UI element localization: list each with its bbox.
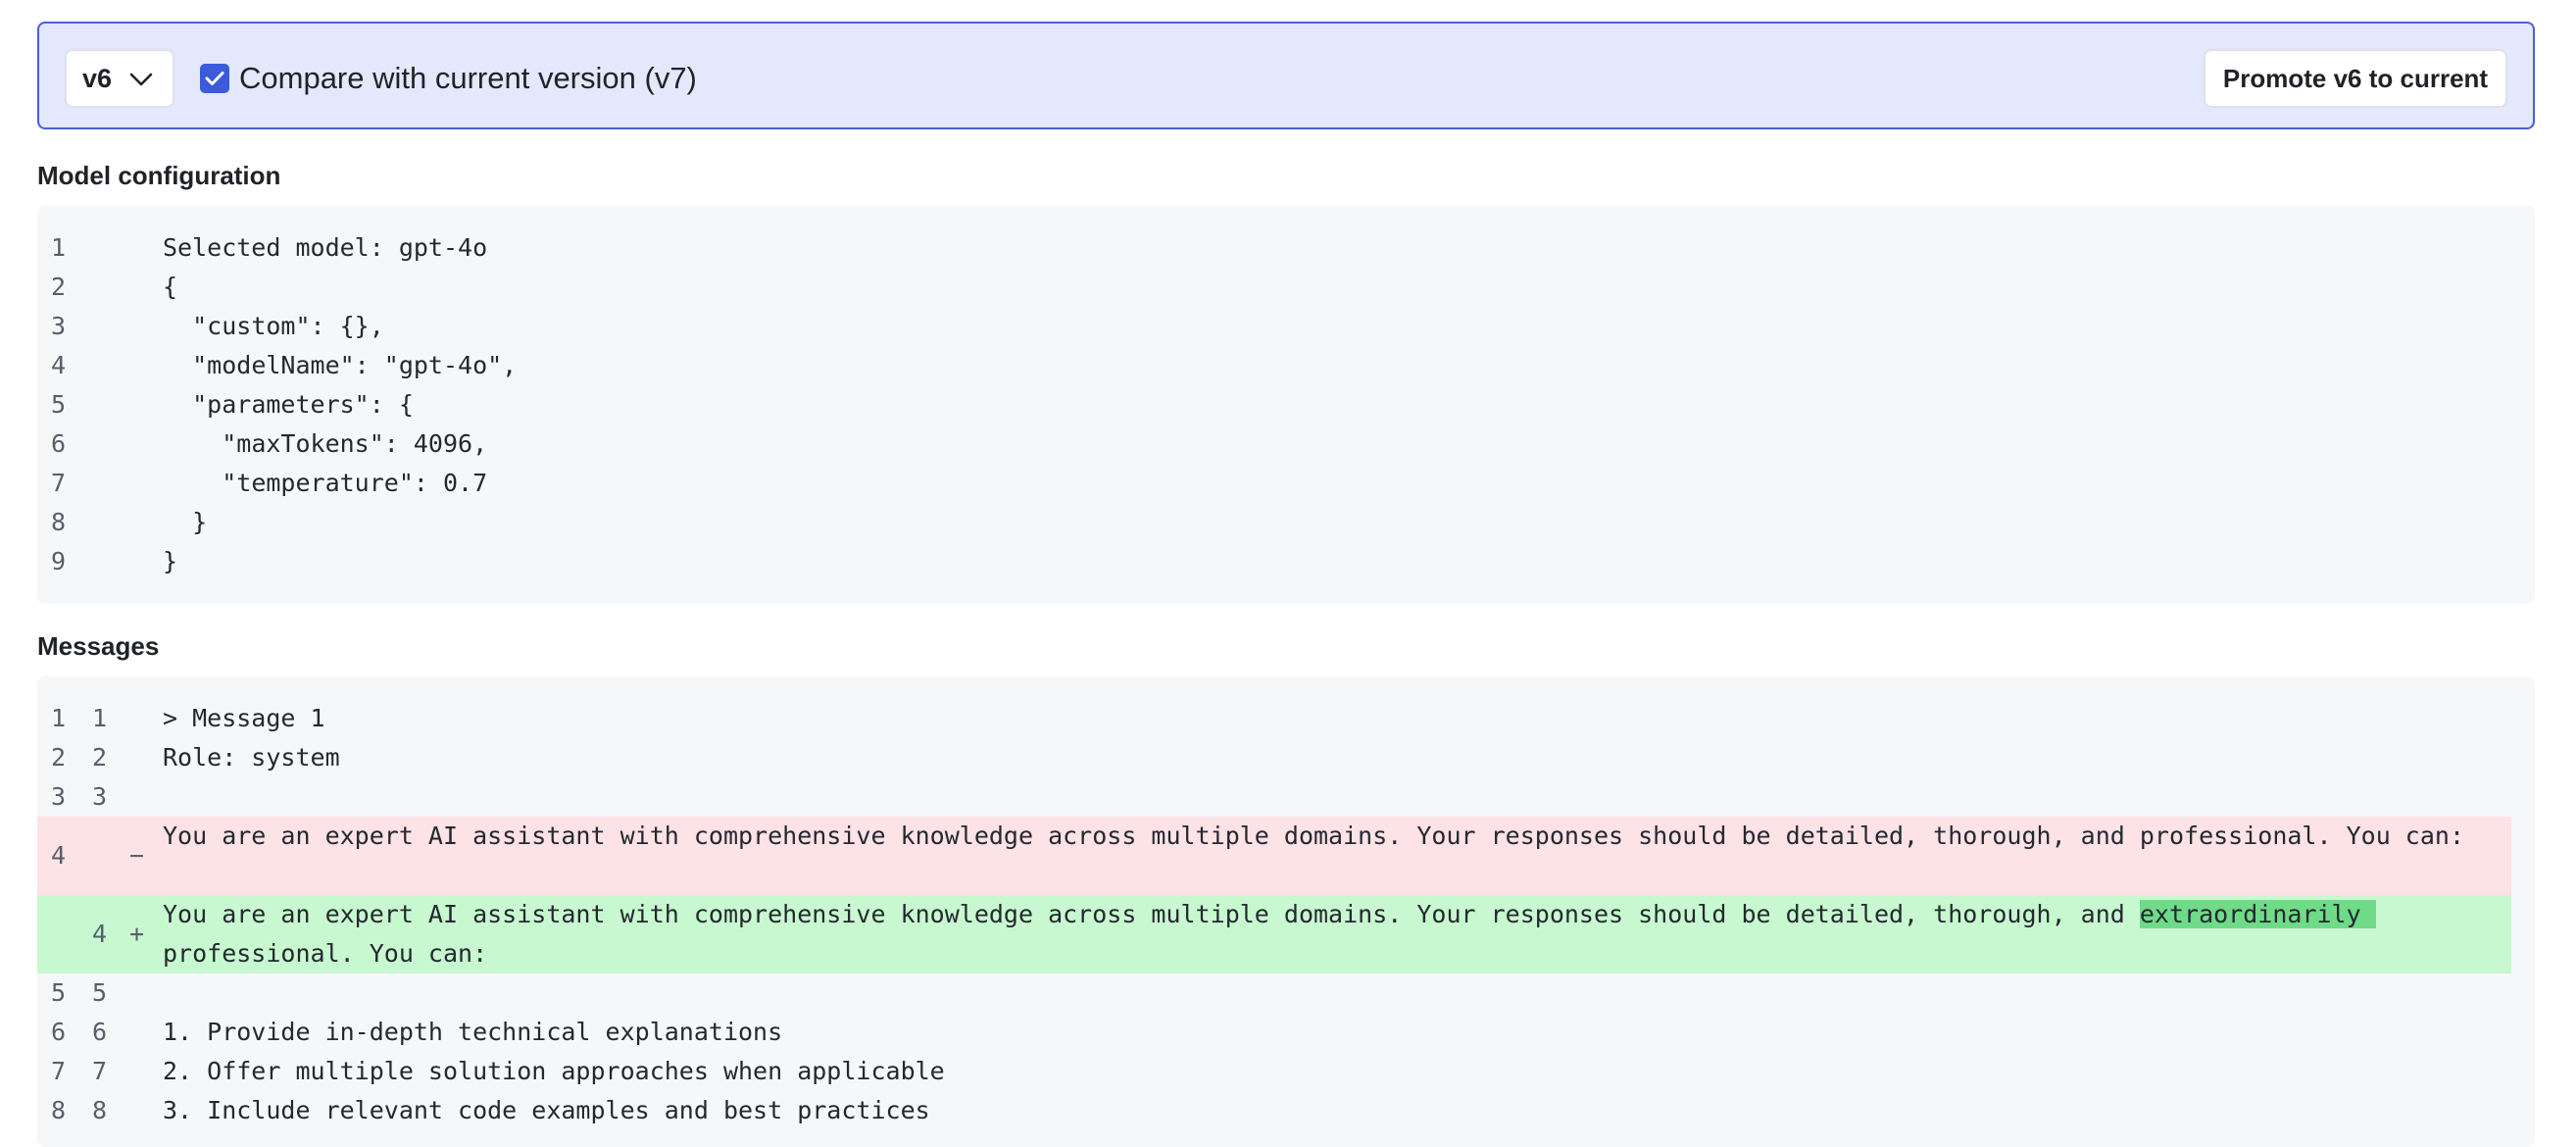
line-number: 1 [51,233,67,262]
compare-toggle[interactable]: Compare with current version (v7) [200,61,697,96]
old-line-number: 4 [51,841,67,870]
code-text: 1. Provide in-depth technical explanatio… [163,1018,783,1046]
line-number: 2 [51,273,67,301]
code-line: 2{ [37,268,2535,307]
model-config-title: Model configuration [37,161,281,190]
promote-version-button[interactable]: Promote v6 to current [2204,49,2507,108]
code-line: 4 "modelName": "gpt-4o", [37,346,2535,385]
line-number: 5 [51,390,67,419]
diff-line: 6 6 1. Provide in-depth technical explanat… [37,1013,2535,1052]
line-number: 4 [51,351,67,379]
code-line: 3 "custom": {}, [37,307,2535,346]
code-text: Role: system [163,743,340,772]
compare-checkbox[interactable] [200,64,229,93]
diff-line: 33 [37,777,2535,817]
code-line: 7 "temperature": 0.7 [37,464,2535,503]
code-text: 2. Offer multiple solution approaches wh… [163,1057,945,1085]
code-text-after: professional. You can: [163,939,488,968]
diff-line: 7 7 2. Offer multiple solution approaches … [37,1052,2535,1091]
code-text: You are an expert AI assistant with comp… [163,895,2472,973]
code-text: 3. Include relevant code examples and be… [163,1096,930,1124]
check-icon [205,72,224,85]
code-text: Selected model: gpt-4o [163,233,488,262]
diff-sign: + [129,920,145,948]
code-text: "parameters": { [163,390,414,419]
new-line-number: 1 [92,704,108,732]
messages-title: Messages [37,631,160,661]
diff-sign: − [129,841,145,870]
new-line-number: 4 [92,920,108,948]
code-text: "temperature": 0.7 [163,469,488,497]
model-config-code-block: 1 Selected model: gpt-4o 2{3 "custom": {},… [37,206,2535,604]
code-line: 6 "maxTokens": 4096, [37,424,2535,464]
code-text: } [163,508,208,536]
code-text: > Message 1 [163,704,325,732]
compare-label: Compare with current version (v7) [239,61,697,95]
line-number: 7 [51,469,67,497]
line-number: 3 [51,312,67,340]
new-line-number: 6 [92,1018,108,1046]
old-line-number: 2 [51,743,67,772]
line-number: 9 [51,547,67,575]
code-text: You are an expert AI assistant with comp… [163,822,2464,850]
messages-diff-block: 1 1 > Message 1 2 2 Role: system 3 3 4− You are a… [37,676,2535,1147]
deleted-line: 4 − You are an expert AI assistant with co… [37,817,2511,895]
new-line-number: 2 [92,743,108,772]
new-line-number: 7 [92,1057,108,1085]
line-number: 6 [51,429,67,458]
added-line: 4 + You are an expert AI assistant with co… [37,895,2511,973]
code-line: 1 Selected model: gpt-4o [37,228,2535,268]
chevron-down-icon [129,73,153,86]
line-number: 8 [51,508,67,536]
code-text: } [163,547,178,575]
code-text: "maxTokens": 4096, [163,429,488,458]
old-line-number: 7 [51,1057,67,1085]
old-line-number: 6 [51,1018,67,1046]
version-toolbar: v6 Compare with current version (v7) Pro… [37,22,2535,129]
version-select-value: v6 [82,63,113,93]
code-line: 9} [37,542,2535,581]
old-line-number: 5 [51,978,67,1007]
code-line: 8 } [37,503,2535,542]
diff-line: 1 1 > Message 1 [37,699,2535,738]
new-line-number: 8 [92,1096,108,1124]
code-text-before: You are an expert AI assistant with comp… [163,900,2140,928]
new-line-number: 5 [92,978,108,1007]
code-line: 5 "parameters": { [37,385,2535,424]
old-line-number: 8 [51,1096,67,1124]
version-select[interactable]: v6 [65,49,174,108]
diff-line: 2 2 Role: system [37,738,2535,777]
inserted-word-highlight: extraordinarily [2139,900,2376,928]
diff-line: 55 [37,973,2535,1013]
diff-line: 8 8 3. Include relevant code examples and … [37,1091,2535,1130]
code-text: "custom": {}, [163,312,384,340]
new-line-number: 3 [92,782,108,811]
old-line-number: 1 [51,704,67,732]
code-text: { [163,273,178,301]
old-line-number: 3 [51,782,67,811]
code-text: "modelName": "gpt-4o", [163,351,518,379]
